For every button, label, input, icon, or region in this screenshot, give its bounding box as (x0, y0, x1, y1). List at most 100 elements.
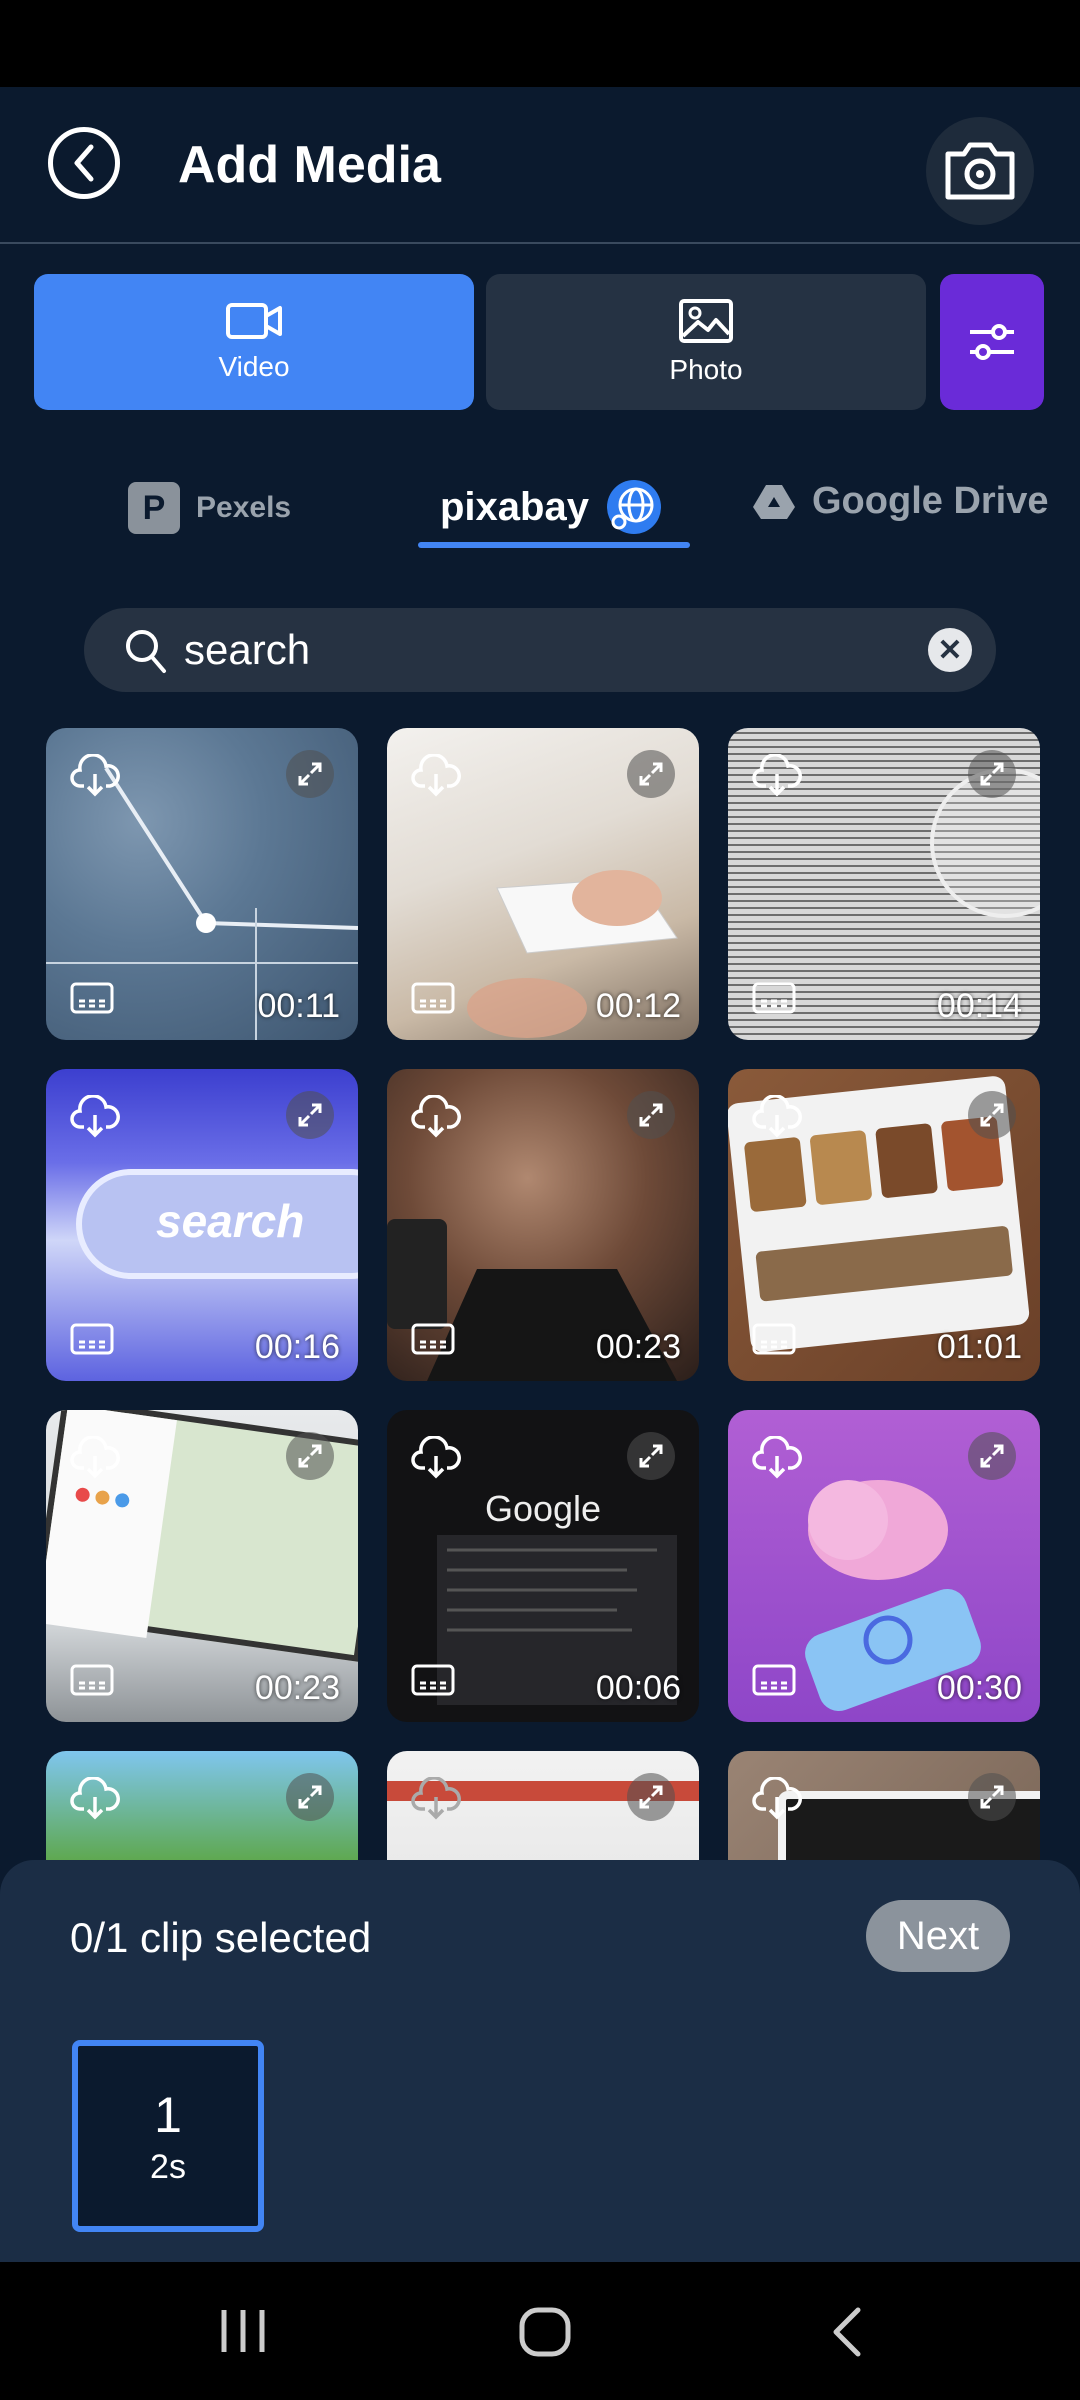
media-tile[interactable]: 00:30 (728, 1410, 1040, 1722)
subtitles-icon (752, 1664, 796, 1696)
cloud-download-icon[interactable] (752, 1095, 802, 1139)
tab-video[interactable]: Video (34, 274, 474, 410)
media-tile[interactable] (728, 1751, 1040, 1860)
google-logo: Google (484, 1488, 602, 1529)
header: Add Media (0, 87, 1080, 244)
cloud-download-icon[interactable] (70, 1777, 120, 1821)
tab-google-drive-label: Google Drive (812, 480, 1049, 522)
expand-button[interactable] (286, 1773, 334, 1821)
duration-label: 00:06 (595, 1669, 681, 1707)
google-drive-icon (753, 484, 795, 519)
close-icon: ✕ (937, 633, 963, 667)
search-bar[interactable]: search ✕ (84, 608, 996, 692)
media-tile[interactable]: 00:23 (46, 1410, 358, 1722)
expand-icon (980, 1103, 1004, 1127)
back-button[interactable] (48, 127, 120, 199)
cloud-download-icon[interactable] (70, 1095, 120, 1139)
duration-label: 00:23 (595, 1328, 681, 1366)
media-grid: 00:11 00:12 00:14 search 00:16 00:23 01:… (46, 728, 1042, 1860)
expand-button[interactable] (627, 1432, 675, 1480)
cloud-download-icon[interactable] (411, 1436, 461, 1480)
expand-icon (298, 1785, 322, 1809)
subtitles-icon (411, 982, 455, 1014)
duration-label: 00:16 (254, 1328, 340, 1366)
expand-button[interactable] (968, 750, 1016, 798)
cloud-download-icon[interactable] (411, 1095, 461, 1139)
next-button[interactable]: Next (866, 1900, 1010, 1972)
clip-number: 1 (154, 2086, 182, 2143)
expand-icon (639, 1103, 663, 1127)
expand-icon (980, 762, 1004, 786)
active-tab-indicator (418, 542, 690, 548)
media-tile[interactable]: 01:01 (728, 1069, 1040, 1381)
media-tile[interactable] (46, 1751, 358, 1860)
search-icon (126, 630, 166, 673)
expand-button[interactable] (627, 1773, 675, 1821)
cloud-download-icon[interactable] (752, 1777, 802, 1821)
clear-search-button[interactable]: ✕ (928, 628, 972, 672)
expand-icon (639, 1444, 663, 1468)
expand-icon (980, 1785, 1004, 1809)
media-tile[interactable]: search 00:16 (46, 1069, 358, 1381)
tile-search-word: search (156, 1195, 305, 1247)
subtitles-icon (411, 1323, 455, 1355)
tab-pexels[interactable]: P Pexels (128, 482, 291, 534)
cloud-download-icon[interactable] (752, 754, 802, 798)
selection-status: 0/1 clip selected (70, 1914, 372, 1961)
media-tile[interactable]: 00:23 (387, 1069, 699, 1381)
expand-button[interactable] (286, 750, 334, 798)
subtitles-icon (70, 982, 114, 1014)
expand-button[interactable] (968, 1432, 1016, 1480)
duration-label: 00:23 (254, 1669, 340, 1707)
subtitles-icon (752, 982, 796, 1014)
selection-panel: 0/1 clip selected Next 1 2s (0, 1860, 1080, 2262)
image-icon (679, 299, 733, 343)
cloud-download-icon[interactable] (411, 1777, 461, 1821)
expand-icon (639, 762, 663, 786)
back-nav-icon[interactable] (828, 2306, 864, 2358)
cloud-download-icon[interactable] (70, 1436, 120, 1480)
clip-duration: 2s (150, 2147, 186, 2186)
expand-button[interactable] (627, 1091, 675, 1139)
tab-pixabay[interactable]: pixabay (440, 478, 663, 536)
duration-label: 00:14 (936, 987, 1022, 1025)
tab-video-label: Video (218, 351, 290, 382)
camera-button[interactable] (926, 117, 1034, 225)
tab-photo[interactable]: Photo (486, 274, 926, 410)
cloud-download-icon[interactable] (752, 1436, 802, 1480)
duration-label: 00:11 (257, 987, 340, 1025)
expand-icon (298, 1103, 322, 1127)
tab-pixabay-label: pixabay (440, 484, 589, 529)
expand-button[interactable] (968, 1091, 1016, 1139)
home-icon[interactable] (518, 2306, 572, 2358)
expand-button[interactable] (627, 750, 675, 798)
clip-slot[interactable]: 1 2s (72, 2040, 264, 2232)
recent-apps-icon[interactable] (218, 2308, 268, 2354)
expand-button[interactable] (286, 1432, 334, 1480)
media-tile[interactable]: Google 00:06 (387, 1410, 699, 1722)
filter-button[interactable] (940, 274, 1044, 410)
cloud-download-icon[interactable] (70, 754, 120, 798)
media-tile[interactable]: 00:11 (46, 728, 358, 1040)
expand-icon (298, 762, 322, 786)
expand-button[interactable] (968, 1773, 1016, 1821)
media-tile[interactable] (387, 1751, 699, 1860)
camera-settings-icon (945, 142, 1015, 200)
search-input[interactable]: search (184, 626, 310, 674)
tab-photo-label: Photo (669, 354, 743, 385)
expand-icon (298, 1444, 322, 1468)
sliders-icon (970, 324, 1014, 360)
tab-google-drive[interactable]: Google Drive (752, 480, 1049, 523)
media-tile[interactable]: 00:12 (387, 728, 699, 1040)
globe-search-icon (606, 480, 661, 534)
cloud-download-icon[interactable] (411, 754, 461, 798)
expand-button[interactable] (286, 1091, 334, 1139)
expand-icon (980, 1444, 1004, 1468)
subtitles-icon (70, 1664, 114, 1696)
media-tile[interactable]: 00:14 (728, 728, 1040, 1040)
expand-icon (639, 1785, 663, 1809)
subtitles-icon (70, 1323, 114, 1355)
page-title: Add Media (178, 136, 441, 194)
duration-label: 01:01 (936, 1328, 1022, 1366)
subtitles-icon (411, 1664, 455, 1696)
